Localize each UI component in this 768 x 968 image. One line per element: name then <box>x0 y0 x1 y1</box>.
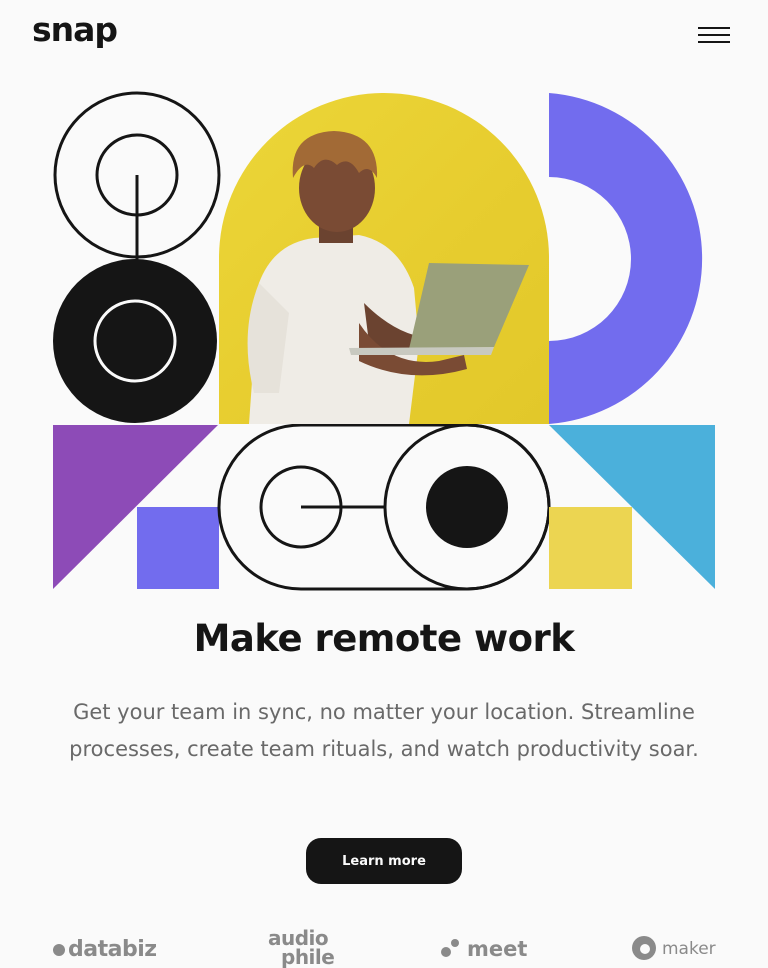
hero-subtitle: Get your team in sync, no matter your lo… <box>69 700 699 761</box>
black-dot-shape <box>426 466 508 548</box>
meet-label: meet <box>467 937 528 961</box>
learn-more-button[interactable]: Learn more <box>306 838 462 884</box>
databiz-logo: databiz <box>53 937 157 962</box>
maker-circle-icon <box>632 936 656 960</box>
hero-title: Make remote work <box>193 617 575 660</box>
maker-label: maker <box>662 939 716 959</box>
databiz-dot-icon <box>53 944 65 956</box>
yellow-square-shape <box>549 507 632 589</box>
hero-illustration <box>0 0 768 600</box>
black-circle-shape <box>53 259 217 423</box>
meet-dots-icon <box>441 937 463 959</box>
databiz-label: databiz <box>68 937 157 962</box>
violet-square-shape <box>137 507 219 589</box>
maker-logo: maker <box>632 936 716 960</box>
client-logos: databiz audio phile meet maker <box>0 925 768 968</box>
meet-logo: meet <box>441 937 527 961</box>
hero-photo <box>219 93 549 424</box>
audiophile-logo: audio phile <box>268 928 358 968</box>
violet-half-ring-shape <box>549 93 703 424</box>
person-with-laptop-image <box>247 131 529 424</box>
audiophile-label-line2: phile <box>281 945 335 968</box>
